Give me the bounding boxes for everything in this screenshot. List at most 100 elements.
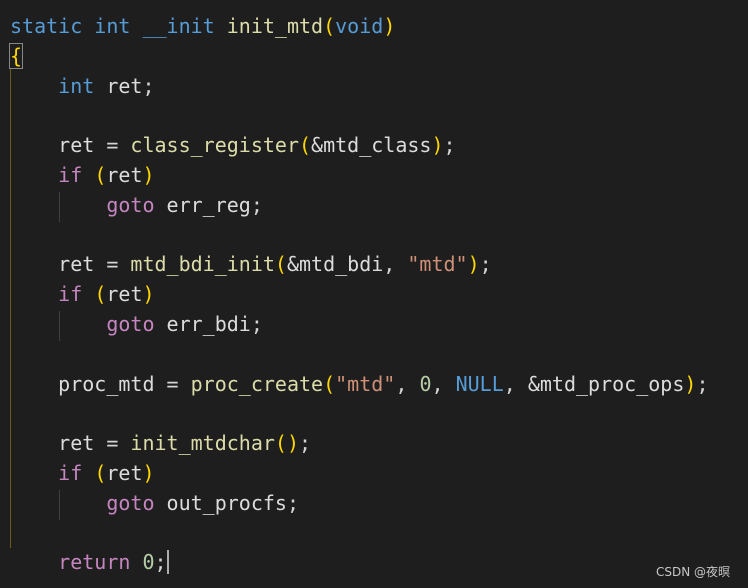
code-token: NULL	[455, 371, 504, 396]
code-line[interactable]: if (ret)	[0, 280, 708, 310]
code-line[interactable]: ret = class_register(&mtd_class);	[0, 131, 708, 161]
code-token: err_bdi	[166, 311, 251, 336]
code-line[interactable]: if (ret)	[0, 161, 708, 191]
code-token: (	[94, 282, 107, 307]
code-token: ret	[106, 282, 143, 307]
code-token: (	[299, 133, 312, 158]
code-editor[interactable]: static int __init init_mtd(void){ int re…	[0, 0, 748, 588]
code-token: ;	[696, 371, 709, 396]
code-token: ,	[503, 371, 528, 396]
code-token: (	[274, 252, 287, 277]
code-token: )	[142, 282, 155, 307]
code-token: proc_mtd	[58, 371, 155, 396]
code-line[interactable]: goto out_procfs;	[0, 489, 708, 519]
code-line[interactable]: return 0;	[0, 548, 708, 578]
code-token: ,	[383, 252, 408, 277]
code-line[interactable]	[0, 221, 708, 251]
code-line[interactable]: static int __init init_mtd(void)	[0, 12, 708, 42]
code-token: ret	[106, 162, 143, 187]
code-token: (	[274, 431, 287, 456]
code-token: int	[58, 73, 95, 98]
code-line[interactable]: if (ret)	[0, 459, 708, 489]
code-token: ret	[58, 133, 95, 158]
code-token: ;	[154, 550, 167, 575]
code-line[interactable]	[0, 340, 708, 370]
code-line[interactable]: proc_mtd = proc_create("mtd", 0, NULL, &…	[0, 370, 708, 400]
code-token: 0	[142, 550, 155, 575]
code-token: (	[94, 162, 107, 187]
code-line[interactable]: ret = mtd_bdi_init(&mtd_bdi, "mtd");	[0, 250, 708, 280]
code-token: void	[335, 14, 384, 38]
code-token: ,	[395, 371, 420, 396]
code-line[interactable]	[0, 519, 708, 549]
code-token: "mtd"	[407, 252, 468, 277]
code-token: =	[154, 371, 191, 396]
code-token: ;	[250, 192, 263, 217]
code-token: {	[8, 42, 24, 69]
code-token: =	[94, 431, 131, 456]
code-token: )	[383, 14, 396, 38]
code-token: (	[323, 371, 336, 396]
code-token: int	[94, 14, 131, 38]
code-token: )	[142, 460, 155, 485]
code-token: ;	[142, 73, 155, 98]
code-token: goto	[106, 311, 155, 336]
code-token: goto	[106, 192, 155, 217]
code-token: init_mtdchar	[130, 431, 275, 456]
code-line[interactable]	[0, 101, 708, 131]
code-area[interactable]: static int __init init_mtd(void){ int re…	[0, 12, 708, 578]
code-token: &mtd_bdi	[286, 252, 384, 277]
code-token: if	[58, 282, 83, 307]
code-line[interactable]: ret = init_mtdchar();	[0, 429, 708, 459]
code-token: ;	[286, 490, 300, 515]
code-token: mtd_bdi_init	[130, 252, 275, 277]
code-token: goto	[106, 490, 155, 515]
code-token: __init	[142, 14, 215, 38]
code-token: err_reg	[166, 192, 251, 217]
code-token: (	[323, 14, 336, 38]
code-token: )	[467, 252, 480, 277]
code-line[interactable]: goto err_reg;	[0, 191, 708, 221]
code-token: )	[142, 162, 155, 187]
code-token: ;	[299, 431, 312, 456]
code-token: )	[684, 371, 697, 396]
code-token: =	[94, 252, 131, 277]
code-token: ;	[479, 252, 492, 277]
code-line[interactable]: goto err_bdi;	[0, 310, 708, 340]
code-token: ret	[58, 431, 95, 456]
code-token: ret	[106, 460, 143, 485]
code-token: (	[94, 460, 107, 485]
code-token: &mtd_proc_ops	[527, 371, 685, 396]
code-token: )	[286, 431, 300, 456]
code-token: return	[58, 550, 131, 575]
code-token: if	[58, 162, 83, 187]
code-token: proc_create	[190, 371, 324, 396]
code-token: static	[10, 14, 83, 38]
text-cursor	[166, 550, 169, 575]
code-line[interactable]: {	[0, 42, 708, 72]
code-token: if	[58, 460, 83, 485]
code-line[interactable]	[0, 399, 708, 429]
code-token: out_procfs	[166, 490, 287, 515]
code-token: ret	[106, 73, 143, 98]
code-token: =	[94, 133, 131, 158]
watermark: CSDN @夜暝	[655, 565, 730, 579]
code-line[interactable]: int ret;	[0, 72, 708, 102]
